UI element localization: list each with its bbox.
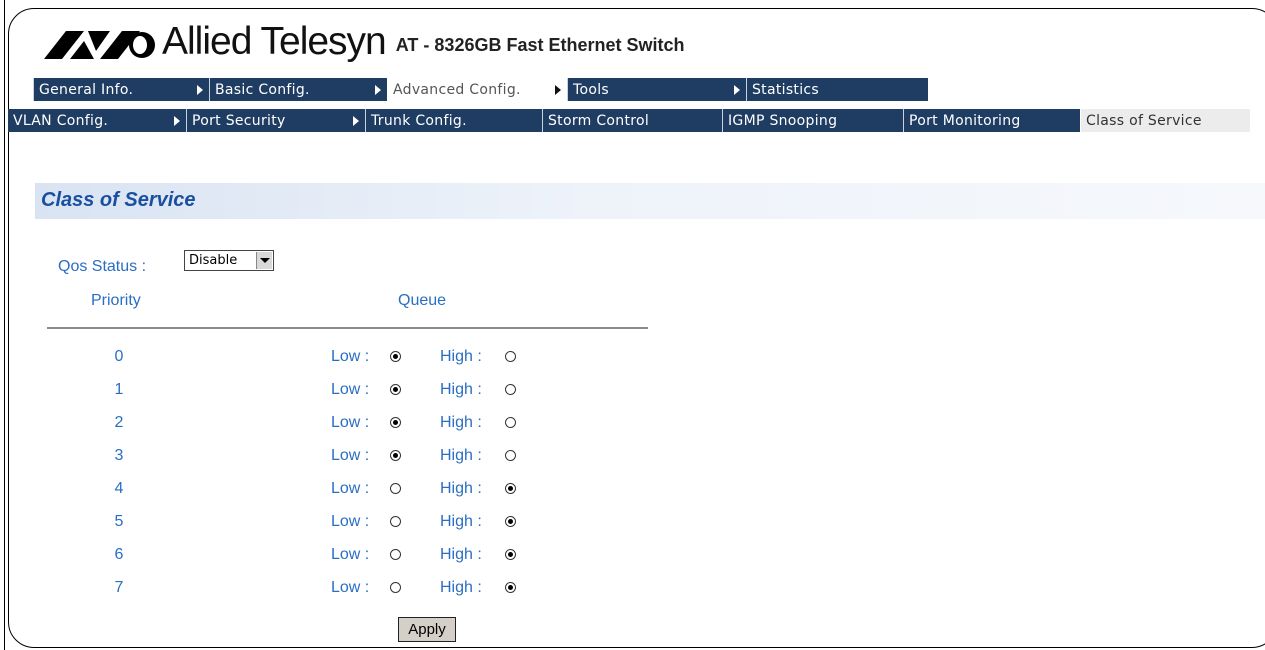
low-queue-radio[interactable] (390, 549, 401, 560)
menu-general-info[interactable]: General Info. (33, 78, 209, 101)
priority-value: 3 (114, 447, 124, 464)
arrow-right-icon (197, 85, 203, 95)
low-queue-label: Low : (331, 546, 370, 563)
menu-advanced-config[interactable]: Advanced Config. (387, 78, 567, 101)
low-queue-radio[interactable] (390, 417, 401, 428)
priority-value: 1 (114, 381, 124, 398)
qos-status-select[interactable]: Disable (184, 250, 274, 271)
priority-value: 4 (114, 480, 124, 497)
submenu-label: Class of Service (1086, 112, 1202, 129)
arrow-right-icon (375, 85, 381, 95)
low-queue-radio[interactable] (390, 516, 401, 527)
high-queue-radio[interactable] (505, 549, 516, 560)
high-queue-radio[interactable] (505, 450, 516, 461)
submenu-label: Port Monitoring (909, 112, 1021, 129)
arrow-right-icon (555, 85, 561, 95)
menu-statistics[interactable]: Statistics (746, 78, 928, 101)
low-queue-radio[interactable] (390, 450, 401, 461)
high-queue-radio[interactable] (505, 516, 516, 527)
submenu-trunk-config[interactable]: Trunk Config. (365, 109, 542, 132)
chevron-down-icon[interactable] (256, 252, 272, 269)
arrow-right-icon (734, 85, 740, 95)
low-queue-label: Low : (331, 414, 370, 431)
high-queue-radio[interactable] (505, 483, 516, 494)
priority-value: 2 (114, 414, 124, 431)
qos-status-value: Disable (189, 253, 238, 268)
submenu-port-security[interactable]: Port Security (186, 109, 365, 132)
arrow-right-icon (174, 116, 180, 126)
low-queue-label: Low : (331, 513, 370, 530)
submenu-label: Trunk Config. (371, 112, 467, 129)
model-name: AT - 8326GB Fast Ethernet Switch (395, 35, 685, 55)
high-queue-label: High : (440, 546, 482, 563)
apply-button[interactable]: Apply (398, 617, 456, 642)
priority-row: 6 Low : High : (0, 546, 700, 570)
queue-column-header: Queue (398, 292, 447, 309)
priority-row: 7 Low : High : (0, 579, 700, 603)
low-queue-label: Low : (331, 447, 370, 464)
submenu-storm-control[interactable]: Storm Control (542, 109, 722, 132)
high-queue-label: High : (440, 513, 482, 530)
page-title: Class of Service (41, 189, 196, 211)
high-queue-radio[interactable] (505, 582, 516, 593)
submenu-igmp-snooping[interactable]: IGMP Snooping (722, 109, 903, 132)
high-queue-label: High : (440, 348, 482, 365)
low-queue-radio[interactable] (390, 582, 401, 593)
submenu-label: VLAN Config. (13, 112, 109, 129)
submenu-class-of-service[interactable]: Class of Service (1080, 109, 1250, 132)
primary-menu: General Info. Basic Config. Advanced Con… (33, 78, 928, 101)
brand-name: Allied Telesyn (162, 20, 387, 63)
high-queue-radio[interactable] (505, 384, 516, 395)
priority-value: 7 (114, 579, 124, 596)
priority-value: 6 (114, 546, 124, 563)
priority-row: 2 Low : High : (0, 414, 700, 438)
arrow-right-icon (353, 116, 359, 126)
priority-row: 4 Low : High : (0, 480, 700, 504)
menu-label: Advanced Config. (393, 81, 521, 98)
low-queue-radio[interactable] (390, 483, 401, 494)
priority-row: 5 Low : High : (0, 513, 700, 537)
submenu-port-monitoring[interactable]: Port Monitoring (903, 109, 1080, 132)
menu-label: Statistics (752, 81, 819, 98)
section-header-bar (35, 183, 1265, 219)
high-queue-label: High : (440, 480, 482, 497)
low-queue-label: Low : (331, 381, 370, 398)
menu-basic-config[interactable]: Basic Config. (209, 78, 387, 101)
high-queue-radio[interactable] (505, 417, 516, 428)
low-queue-label: Low : (331, 348, 370, 365)
priority-row: 1 Low : High : (0, 381, 700, 405)
header-divider (47, 327, 648, 329)
allied-telesyn-logo-icon (44, 31, 155, 59)
high-queue-label: High : (440, 414, 482, 431)
low-queue-label: Low : (331, 579, 370, 596)
priority-row: 3 Low : High : (0, 447, 700, 471)
secondary-menu: VLAN Config. Port Security Trunk Config.… (8, 109, 1250, 132)
high-queue-label: High : (440, 381, 482, 398)
low-queue-radio[interactable] (390, 351, 401, 362)
priority-row: 0 Low : High : (0, 348, 700, 372)
submenu-vlan-config[interactable]: VLAN Config. (8, 109, 186, 132)
priority-column-header: Priority (91, 292, 141, 309)
low-queue-label: Low : (331, 480, 370, 497)
low-queue-radio[interactable] (390, 384, 401, 395)
priority-value: 5 (114, 513, 124, 530)
submenu-label: Storm Control (548, 112, 650, 129)
high-queue-label: High : (440, 447, 482, 464)
submenu-label: Port Security (192, 112, 286, 129)
menu-label: General Info. (39, 81, 134, 98)
high-queue-label: High : (440, 579, 482, 596)
menu-label: Basic Config. (215, 81, 310, 98)
menu-tools[interactable]: Tools (567, 78, 746, 101)
qos-status-label: Qos Status : (58, 258, 147, 275)
priority-value: 0 (114, 348, 124, 365)
submenu-label: IGMP Snooping (728, 112, 838, 129)
high-queue-radio[interactable] (505, 351, 516, 362)
menu-label: Tools (573, 81, 609, 98)
header-logo: Allied Telesyn AT - 8326GB Fast Ethernet… (44, 22, 685, 62)
